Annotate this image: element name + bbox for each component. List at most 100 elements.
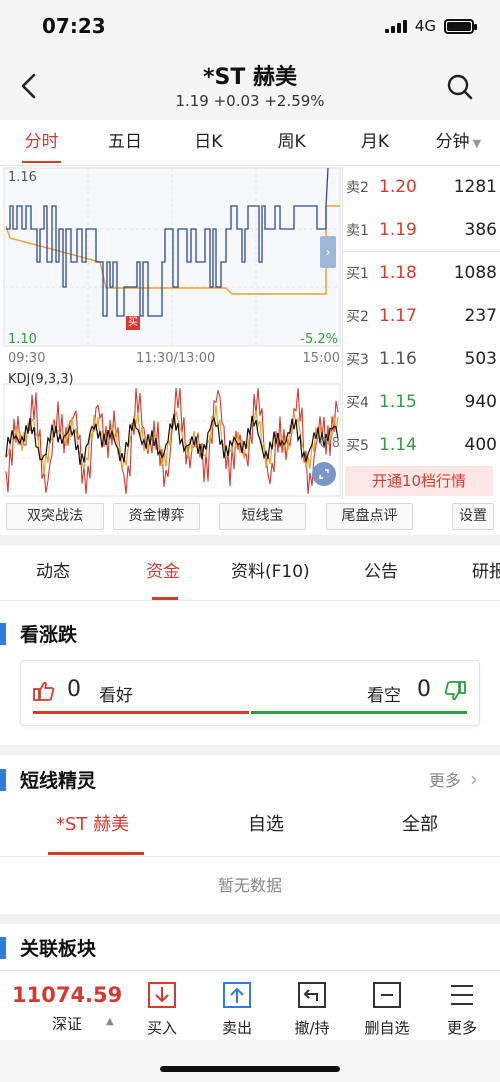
info-tabs: 动态 资金 资料(F10) 公告 研报: [0, 545, 500, 601]
chart-grid: [3, 167, 341, 497]
chart-svg: [3, 167, 341, 497]
vote-card: 0 看好 看空 0: [20, 660, 480, 726]
expand-chart-button[interactable]: ›: [320, 236, 336, 268]
bid-row[interactable]: 买3 1.16 503: [343, 338, 500, 380]
short-line-tabs: *ST 赫美 自选 全部: [0, 810, 500, 856]
bearish-count: 0: [417, 677, 431, 702]
tab-label: 周K: [277, 132, 306, 152]
buy-button[interactable]: 买入: [132, 981, 192, 1038]
tab-five-day[interactable]: 五日: [83, 120, 166, 165]
ask-volume: 386: [464, 220, 497, 240]
more-link[interactable]: 更多 ›: [429, 767, 478, 791]
sell-icon: [223, 982, 251, 1008]
kdj-level-label: 0.8: [319, 436, 340, 451]
bid-price: 1.15: [379, 392, 417, 412]
buy-marker[interactable]: 买: [126, 316, 140, 330]
tab-announcements[interactable]: 公告: [364, 545, 398, 599]
tab-weekly-k[interactable]: 周K: [250, 120, 333, 165]
cancel-hold-button[interactable]: 撤/持: [282, 981, 342, 1038]
ask-row[interactable]: 卖2 1.20 1281: [343, 166, 500, 208]
tool-settings[interactable]: 设置: [452, 503, 494, 530]
active-tab-underline: [152, 597, 178, 600]
bullish-label: 看好: [99, 686, 133, 706]
intraday-chart[interactable]: 1.16 1.10 -5.2% 09:30 11:30/13:00 15:00 …: [0, 166, 342, 499]
bullish-bar: [33, 711, 249, 714]
kdj-title: KDJ(9,3,3): [8, 372, 74, 387]
bid-row[interactable]: 买4 1.15 940: [343, 381, 500, 423]
bid-volume: 1088: [453, 263, 497, 283]
index-name[interactable]: 深证: [52, 1013, 82, 1034]
section-divider: [0, 914, 500, 924]
search-icon[interactable]: [446, 73, 474, 101]
tab-f10[interactable]: 资料(F10): [231, 545, 310, 599]
upgrade-level10-button[interactable]: 开通10档行情: [345, 466, 493, 496]
thumbs-up-icon[interactable]: [33, 680, 55, 702]
chevron-right-icon: ›: [325, 245, 331, 259]
ask-row[interactable]: 卖1 1.19 386: [343, 209, 500, 251]
bid-price: 1.16: [379, 349, 417, 369]
empty-state-text: 暂无数据: [0, 856, 500, 914]
tool-fund-game[interactable]: 资金博弈: [113, 503, 200, 530]
tab-this-stock[interactable]: *ST 赫美: [56, 810, 129, 836]
fullscreen-icon: [319, 469, 329, 479]
active-tab-underline: [48, 852, 144, 855]
home-indicator[interactable]: [160, 1066, 340, 1072]
caret-up-icon: ▲: [106, 1016, 114, 1027]
time-start-label: 09:30: [8, 351, 46, 366]
ask-price: 1.20: [379, 177, 417, 197]
tab-minute[interactable]: 分钟 ▼: [417, 120, 500, 165]
ask-label: 卖1: [346, 223, 369, 239]
buy-label: 买入: [146, 1019, 177, 1037]
section-divider: [0, 535, 500, 545]
ask-price: 1.19: [379, 220, 417, 240]
thumbs-down-icon[interactable]: [444, 680, 466, 702]
bid-price: 1.18: [379, 263, 417, 283]
time-mid-label: 11:30/13:00: [136, 351, 216, 366]
stock-header: *ST 赫美 1.19 +0.03 +2.59%: [0, 55, 500, 120]
tab-daily-k[interactable]: 日K: [167, 120, 250, 165]
more-label: 更多: [446, 1019, 477, 1037]
section-title-short-line: 短线精灵: [0, 766, 96, 793]
status-bar: 07:23 4G: [0, 0, 500, 55]
tool-short-line[interactable]: 短线宝: [219, 503, 306, 530]
tab-funds[interactable]: 资金: [146, 545, 180, 599]
kdj-panel: [3, 383, 341, 497]
tool-double-breakout[interactable]: 双突战法: [6, 503, 104, 530]
bid-label: 买2: [346, 309, 369, 325]
time-end-label: 15:00: [302, 351, 340, 366]
tab-all[interactable]: 全部: [402, 810, 438, 836]
fullscreen-button[interactable]: [312, 462, 336, 486]
status-icons: 4G: [384, 17, 477, 35]
sell-label: 卖出: [221, 1019, 252, 1037]
tab-research[interactable]: 研报: [472, 545, 500, 599]
ask-label: 卖2: [346, 180, 369, 196]
bid-row[interactable]: 买5 1.14 400: [343, 424, 500, 466]
tab-monthly-k[interactable]: 月K: [333, 120, 416, 165]
battery-icon: [444, 18, 477, 34]
tab-watchlist[interactable]: 自选: [248, 810, 284, 836]
tool-closing-review[interactable]: 尾盘点评: [326, 503, 413, 530]
ask-volume: 1281: [453, 177, 497, 197]
tab-intraday[interactable]: 分时: [0, 120, 83, 165]
remove-watchlist-icon: [373, 982, 401, 1008]
more-menu-button[interactable]: 更多: [432, 981, 492, 1038]
remove-watchlist-button[interactable]: 删自选: [357, 981, 417, 1038]
tab-news[interactable]: 动态: [36, 545, 70, 599]
status-time: 07:23: [42, 14, 106, 38]
bid-label: 买5: [346, 438, 369, 454]
bid-row[interactable]: 买2 1.17 237: [343, 295, 500, 337]
tab-label: 分钟: [435, 132, 470, 152]
stock-name: *ST 赫美: [202, 65, 298, 90]
sell-button[interactable]: 卖出: [207, 981, 267, 1038]
bearish-label: 看空: [367, 686, 401, 706]
index-value[interactable]: 11074.59: [12, 983, 122, 1007]
buy-icon: [148, 982, 176, 1008]
tab-label: 五日: [107, 132, 142, 152]
tab-label: 日K: [194, 132, 223, 152]
bottom-toolbar: 11074.59 深证 ▲ 买入 卖出 撤/持 删自选 更多: [0, 970, 500, 1040]
tool-row: 双突战法 资金博弈 短线宝 尾盘点评 设置: [0, 499, 500, 535]
bid-row[interactable]: 买1 1.18 1088: [343, 252, 500, 294]
bid-volume: 237: [464, 306, 497, 326]
more-menu-icon: [451, 985, 473, 1005]
bid-label: 买4: [346, 395, 369, 411]
